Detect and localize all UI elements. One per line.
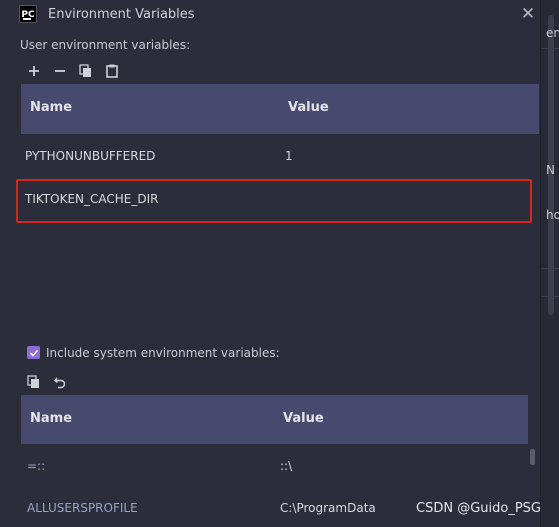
copy-icon[interactable] [77, 62, 95, 80]
pycharm-logo-icon: PC [19, 5, 37, 23]
include-system-label[interactable]: Include system environment variables: [46, 346, 280, 360]
paste-icon[interactable] [103, 62, 121, 80]
variable-name[interactable]: =:: [27, 459, 45, 473]
window-title: Environment Variables [48, 7, 195, 22]
watermark-text: CSDN @Guido_PSG [416, 501, 541, 516]
table-header: Name Value [21, 395, 528, 444]
title-bar: PC Environment Variables ✕ [0, 0, 540, 30]
column-header-name[interactable]: Name [30, 411, 72, 426]
include-system-checkbox[interactable] [27, 346, 40, 359]
column-header-value[interactable]: Value [283, 411, 324, 426]
user-variables-label: User environment variables: [20, 38, 191, 52]
variable-value[interactable]: 1 [285, 149, 293, 163]
table-row[interactable]: =:: ::\ [21, 444, 528, 488]
background-divider [540, 48, 559, 49]
background-text-fragment: ho [546, 208, 559, 222]
column-header-value[interactable]: Value [288, 100, 329, 115]
table-header: Name Value [21, 84, 539, 134]
variable-value[interactable]: ::\ [280, 459, 292, 473]
user-toolbar [25, 62, 121, 80]
background-text-fragment: N [546, 163, 555, 177]
system-table-scrollbar[interactable] [530, 449, 535, 465]
variable-value[interactable]: C:\ProgramData [280, 501, 376, 515]
remove-icon[interactable] [51, 62, 69, 80]
background-divider [540, 296, 559, 297]
highlight-annotation-box [16, 179, 532, 223]
background-ide-panel: en N ho [540, 0, 559, 527]
revert-icon[interactable] [51, 373, 69, 391]
copy-icon[interactable] [25, 373, 43, 391]
add-icon[interactable] [25, 62, 43, 80]
variable-name[interactable]: PYTHONUNBUFFERED [25, 149, 155, 163]
background-text-fragment: en [546, 26, 559, 40]
background-divider [540, 268, 559, 269]
close-button[interactable]: ✕ [518, 3, 538, 25]
environment-variables-dialog: PC Environment Variables ✕ User environm… [0, 0, 541, 527]
column-header-name[interactable]: Name [30, 100, 72, 115]
system-toolbar [25, 373, 69, 391]
table-row[interactable]: PYTHONUNBUFFERED 1 [21, 134, 539, 178]
variable-name[interactable]: ALLUSERSPROFILE [27, 501, 138, 515]
